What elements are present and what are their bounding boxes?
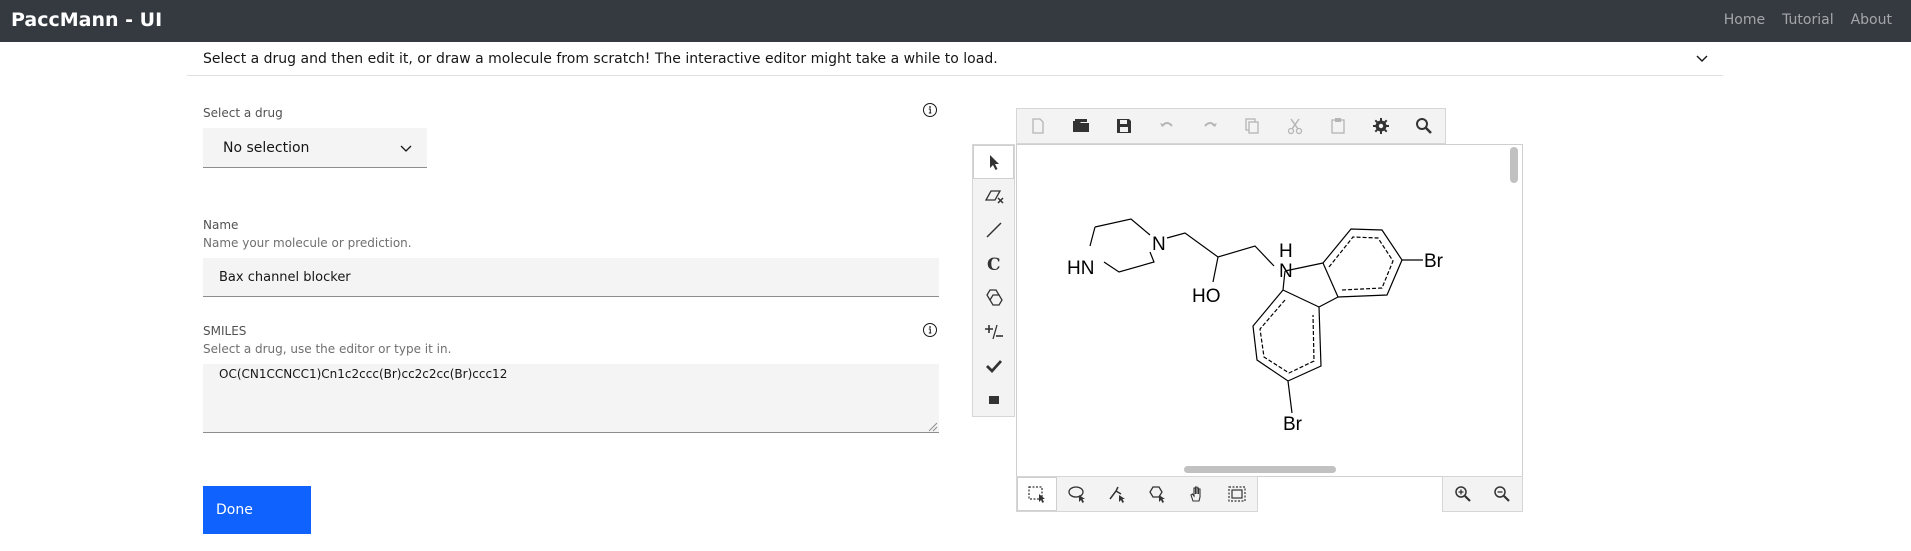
atom-label: H (1279, 241, 1293, 262)
copy-icon[interactable] (1231, 109, 1274, 143)
select-all-icon[interactable] (1217, 477, 1257, 511)
nav-home[interactable]: Home (1724, 12, 1765, 28)
fragment-select-icon[interactable] (1097, 477, 1137, 511)
pan-hand-icon[interactable] (1177, 477, 1217, 511)
charge-icon[interactable] (973, 315, 1014, 349)
paste-icon[interactable] (1317, 109, 1360, 143)
chevron-down-icon (400, 145, 412, 152)
nav-links: Home Tutorial About (1724, 12, 1892, 28)
name-input[interactable] (203, 258, 939, 297)
ring-select-icon[interactable] (1137, 477, 1177, 511)
atom-label: HN (1067, 258, 1094, 279)
drug-select-value: No selection (223, 140, 310, 156)
resize-handle-icon[interactable] (926, 420, 938, 432)
name-label: Name (203, 218, 239, 232)
horizontal-scrollbar[interactable] (1184, 466, 1336, 473)
editor-bottom-toolbar (1016, 476, 1258, 512)
rect-select-icon[interactable] (1017, 477, 1057, 511)
chevron-down-icon (1696, 55, 1708, 62)
zoom-in-icon[interactable] (1443, 477, 1483, 511)
atom-label: Br (1424, 251, 1444, 272)
smiles-label: SMILES (203, 324, 247, 338)
editor-top-toolbar (1016, 108, 1446, 144)
atom-label: Br (1283, 414, 1303, 435)
drug-select-label: Select a drug (203, 106, 283, 120)
info-icon[interactable] (922, 322, 938, 338)
zoom-find-icon[interactable] (1402, 109, 1445, 143)
atom-label: N (1152, 234, 1166, 255)
nav-about[interactable]: About (1851, 12, 1892, 28)
editor-zoom-toolbar (1442, 476, 1523, 512)
editor-left-toolbar: C (972, 144, 1015, 417)
atom-label: N (1279, 261, 1293, 282)
nav-tutorial[interactable]: Tutorial (1782, 12, 1833, 28)
molecule-structure: HN N HO H N Br Br (1067, 218, 1444, 435)
eraser-icon[interactable] (973, 179, 1014, 213)
smiles-textarea[interactable]: OC(CN1CCNCC1)Cn1c2ccc(Br)cc2c2cc(Br)ccc1… (203, 364, 939, 433)
undo-icon[interactable] (1145, 109, 1188, 143)
accordion-header[interactable]: Select a drug and then edit it, or draw … (187, 42, 1723, 76)
molecule-canvas[interactable]: HN N HO H N Br Br (1016, 144, 1523, 477)
check-icon[interactable] (973, 349, 1014, 383)
info-icon[interactable] (922, 102, 938, 118)
lasso-icon[interactable] (1057, 477, 1097, 511)
zoom-out-icon[interactable] (1483, 477, 1523, 511)
select-arrow-icon[interactable] (973, 145, 1014, 179)
save-icon[interactable] (1103, 109, 1146, 143)
bond-line-icon[interactable] (973, 213, 1014, 247)
app-title[interactable]: PaccMann - UI (11, 9, 162, 31)
settings-icon[interactable] (1359, 109, 1402, 143)
svg-text:C: C (987, 255, 1001, 274)
open-icon[interactable] (1060, 109, 1103, 143)
atom-label: HO (1192, 286, 1221, 307)
done-button[interactable]: Done (203, 486, 311, 534)
new-icon[interactable] (1017, 109, 1060, 143)
cut-icon[interactable] (1274, 109, 1317, 143)
accordion-title: Select a drug and then edit it, or draw … (203, 51, 998, 67)
drug-select[interactable]: No selection (203, 128, 427, 168)
atom-block-icon[interactable] (973, 383, 1014, 417)
chain-icon[interactable]: C (973, 247, 1014, 281)
vertical-scrollbar[interactable] (1510, 147, 1518, 183)
name-helper-text: Name your molecule or prediction. (203, 236, 412, 250)
top-navbar: PaccMann - UI Home Tutorial About (0, 0, 1911, 42)
redo-icon[interactable] (1188, 109, 1231, 143)
ring-template-icon[interactable] (973, 281, 1014, 315)
smiles-helper-text: Select a drug, use the editor or type it… (203, 342, 452, 356)
